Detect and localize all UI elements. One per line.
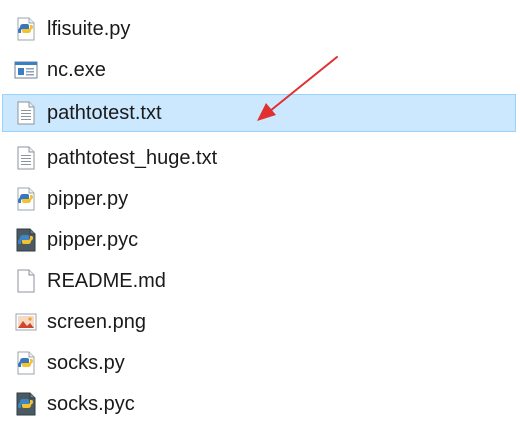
python-script-icon — [14, 17, 38, 41]
file-item-socks-py[interactable]: socks.py — [2, 344, 516, 382]
file-item-pipper-pyc[interactable]: pipper.pyc — [2, 221, 516, 259]
python-script-icon — [14, 187, 38, 211]
file-name: README.md — [47, 270, 166, 292]
text-file-icon — [14, 101, 38, 125]
python-compiled-icon — [14, 228, 38, 252]
blank-file-icon — [14, 269, 38, 293]
python-script-icon — [14, 351, 38, 375]
file-item-screen-png[interactable]: screen.png — [2, 303, 516, 341]
file-item-lfisuite-py[interactable]: lfisuite.py — [2, 10, 516, 48]
file-item-pipper-py[interactable]: pipper.py — [2, 180, 516, 218]
executable-icon — [14, 58, 38, 82]
file-name: nc.exe — [47, 59, 106, 81]
file-name: socks.pyc — [47, 393, 135, 415]
file-name: pathtotest.txt — [47, 102, 162, 124]
file-list: lfisuite.py nc.exe pathtotest.txt pathto… — [0, 0, 520, 423]
python-compiled-icon — [14, 392, 38, 416]
file-name: pipper.pyc — [47, 229, 139, 251]
file-item-socks-pyc[interactable]: socks.pyc — [2, 385, 516, 423]
file-name: socks.py — [47, 352, 125, 374]
file-name: pathtotest_huge.txt — [47, 147, 218, 169]
text-file-icon — [14, 146, 38, 170]
file-name: lfisuite.py — [47, 18, 131, 40]
file-item-pathtotest-txt[interactable]: pathtotest.txt — [2, 94, 516, 132]
file-name: screen.png — [47, 311, 146, 333]
file-item-nc-exe[interactable]: nc.exe — [2, 51, 516, 89]
file-item-readme-md[interactable]: README.md — [2, 262, 516, 300]
image-file-icon — [14, 310, 38, 334]
file-name: pipper.py — [47, 188, 129, 210]
file-item-pathtotest-huge-txt[interactable]: pathtotest_huge.txt — [2, 139, 516, 177]
